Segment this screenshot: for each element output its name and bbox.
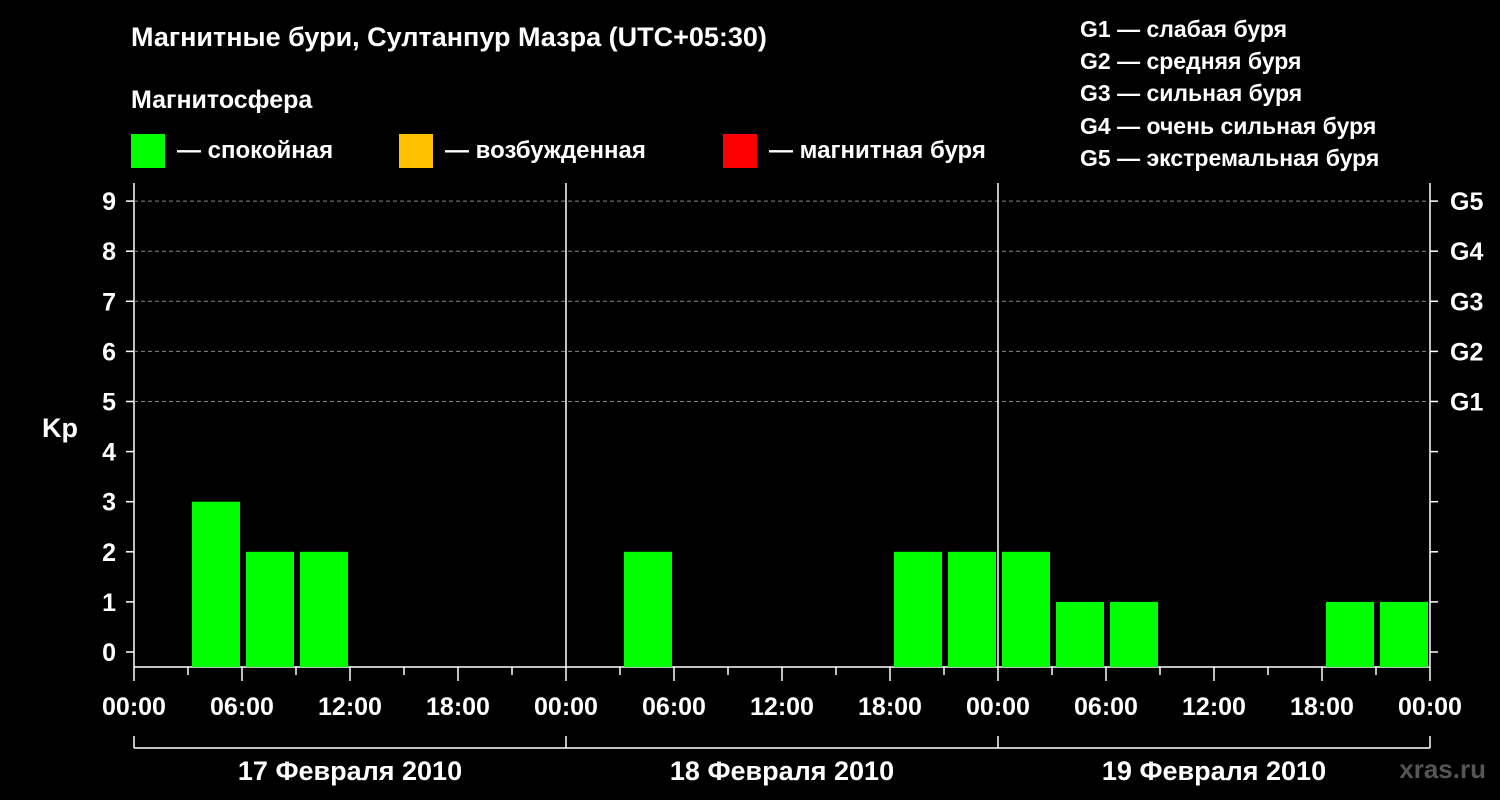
g-level-label: G5 (1450, 188, 1483, 216)
x-tick-label: 18:00 (858, 693, 922, 721)
watermark: xras.ru (1399, 754, 1486, 784)
x-tick-label: 00:00 (1398, 693, 1462, 721)
g-level-label: G1 (1450, 389, 1483, 417)
kp-bar (1056, 601, 1104, 667)
kp-bar (1326, 601, 1374, 667)
date-label: 19 Февраля 2010 (1102, 756, 1326, 786)
x-tick-label: 06:00 (642, 693, 706, 721)
kp-bar (624, 551, 672, 667)
kp-bar (192, 501, 240, 667)
x-tick-label: 12:00 (750, 693, 814, 721)
x-tick-label: 06:00 (210, 693, 274, 721)
y-tick-label: 8 (102, 238, 116, 266)
x-tick-label: 12:00 (1182, 693, 1246, 721)
kp-bar (1380, 601, 1428, 667)
y-tick-label: 1 (102, 589, 116, 617)
y-tick-label: 3 (102, 489, 116, 517)
kp-bar (1110, 601, 1158, 667)
x-tick-label: 18:00 (1290, 693, 1354, 721)
kp-bar (894, 551, 942, 667)
y-tick-label: 6 (102, 338, 116, 366)
x-tick-label: 00:00 (966, 693, 1030, 721)
y-tick-label: 0 (102, 639, 116, 667)
x-tick-label: 18:00 (426, 693, 490, 721)
date-label: 18 Февраля 2010 (670, 756, 894, 786)
x-tick-label: 00:00 (534, 693, 598, 721)
kp-bar (246, 551, 294, 667)
kp-bar (300, 551, 348, 667)
y-tick-label: 2 (102, 539, 116, 567)
x-tick-label: 00:00 (102, 693, 166, 721)
g-level-label: G4 (1450, 238, 1483, 266)
y-tick-label: 7 (102, 288, 116, 316)
x-tick-label: 06:00 (1074, 693, 1138, 721)
y-tick-label: 9 (102, 188, 116, 216)
x-tick-label: 12:00 (318, 693, 382, 721)
date-label: 17 Февраля 2010 (238, 756, 462, 786)
y-tick-label: 4 (102, 439, 116, 467)
y-axis-label: Kp (42, 413, 78, 443)
kp-chart: 0 1 2 3 4 5 6 7 8 9 G1 G2 G3 G4 G5 Kp 00:00 06:00 12:00 18:… (42, 183, 1483, 786)
y-tick-label: 5 (102, 389, 116, 417)
g-level-label: G3 (1450, 288, 1483, 316)
kp-bar (1002, 551, 1050, 667)
g-level-label: G2 (1450, 338, 1483, 366)
kp-bar (948, 551, 996, 667)
